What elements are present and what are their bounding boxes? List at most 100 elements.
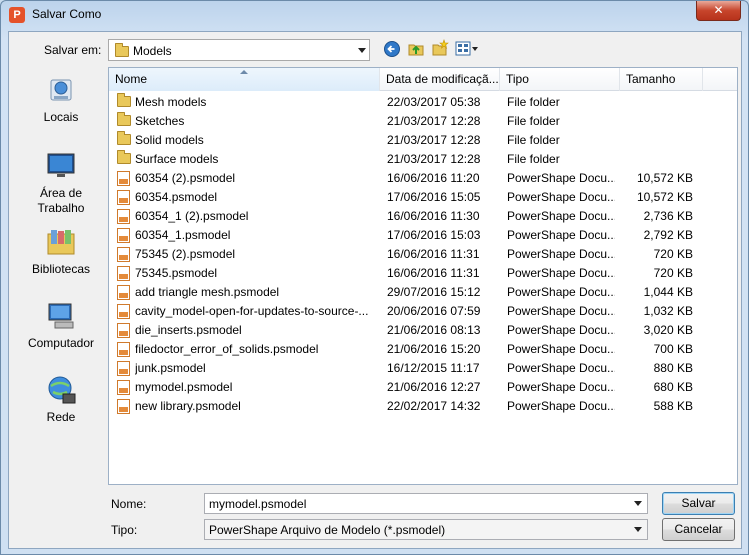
file-name: Sketches bbox=[135, 114, 185, 128]
column-empty bbox=[703, 68, 737, 91]
file-type: PowerShape Docu... bbox=[507, 285, 615, 299]
psmodel-file-icon bbox=[117, 209, 130, 224]
file-name: 60354.psmodel bbox=[135, 190, 218, 204]
file-type: File folder bbox=[507, 95, 560, 109]
psmodel-file-icon bbox=[117, 399, 130, 414]
cancel-button[interactable]: Cancelar bbox=[662, 518, 735, 541]
file-date: 21/03/2017 12:28 bbox=[387, 152, 481, 166]
file-type: PowerShape Docu... bbox=[507, 399, 615, 413]
file-date: 16/06/2016 11:31 bbox=[387, 247, 480, 261]
file-date: 22/03/2017 05:38 bbox=[387, 95, 481, 109]
chevron-down-icon bbox=[634, 527, 642, 532]
file-name: 60354_1.psmodel bbox=[135, 228, 231, 242]
save-in-dropdown[interactable]: Models bbox=[108, 39, 370, 61]
file-type: PowerShape Docu... bbox=[507, 190, 615, 204]
file-type: PowerShape Docu... bbox=[507, 266, 615, 280]
file-size: 1,044 KB bbox=[643, 285, 693, 299]
place-label: Bibliotecas bbox=[31, 262, 91, 276]
file-type: PowerShape Docu... bbox=[507, 247, 615, 261]
file-name: Mesh models bbox=[135, 95, 207, 109]
list-item[interactable]: 60354 (2).psmodel 16/06/2016 11:20 Power… bbox=[109, 169, 737, 188]
list-item[interactable]: 60354_1.psmodel 17/06/2016 15:03 PowerSh… bbox=[109, 226, 737, 245]
file-date: 16/06/2016 11:20 bbox=[387, 171, 480, 185]
file-type: PowerShape Docu... bbox=[507, 228, 615, 242]
list-item[interactable]: new library.psmodel 22/02/2017 14:32 Pow… bbox=[109, 397, 737, 416]
up-folder-icon[interactable] bbox=[407, 39, 425, 57]
app-icon: P bbox=[9, 7, 25, 23]
list-item[interactable]: filedoctor_error_of_solids.psmodel 21/06… bbox=[109, 340, 737, 359]
title-bar[interactable]: P Salvar Como ✕ bbox=[1, 1, 748, 27]
file-size: 700 KB bbox=[653, 342, 693, 356]
place-label: Locais bbox=[43, 110, 79, 124]
list-item[interactable]: 75345.psmodel 16/06/2016 11:31 PowerShap… bbox=[109, 264, 737, 283]
list-item[interactable]: add triangle mesh.psmodel 29/07/2016 15:… bbox=[109, 283, 737, 302]
list-item[interactable]: die_inserts.psmodel 21/06/2016 08:13 Pow… bbox=[109, 321, 737, 340]
folder-icon bbox=[117, 93, 131, 107]
list-item[interactable]: mymodel.psmodel 21/06/2016 12:27 PowerSh… bbox=[109, 378, 737, 397]
file-size: 1,032 KB bbox=[643, 304, 693, 318]
place-desktop[interactable]: Área de Trabalho bbox=[15, 150, 107, 216]
file-name: mymodel.psmodel bbox=[135, 380, 233, 394]
close-button[interactable]: ✕ bbox=[696, 1, 741, 21]
place-libraries[interactable]: Bibliotecas bbox=[15, 226, 107, 277]
file-type: PowerShape Docu... bbox=[507, 304, 615, 318]
place-network[interactable]: Rede bbox=[15, 374, 107, 425]
save-in-value: Models bbox=[133, 44, 172, 58]
file-size: 720 KB bbox=[653, 247, 693, 261]
file-size: 588 KB bbox=[653, 399, 693, 413]
file-type: File folder bbox=[507, 114, 560, 128]
file-size: 720 KB bbox=[653, 266, 693, 280]
filetype-select[interactable]: PowerShape Arquivo de Modelo (*.psmodel) bbox=[204, 519, 648, 540]
save-button[interactable]: Salvar bbox=[662, 492, 735, 515]
filetype-label: Tipo: bbox=[111, 523, 138, 537]
file-name: 60354_1 (2).psmodel bbox=[135, 209, 249, 223]
places-bar: Locais Área de Trabalho Bibliotecas Comp… bbox=[15, 68, 107, 482]
folder-icon bbox=[115, 43, 129, 57]
folder-icon bbox=[117, 131, 131, 145]
filename-input[interactable]: mymodel.psmodel bbox=[204, 493, 648, 514]
psmodel-file-icon bbox=[117, 190, 130, 205]
place-computer[interactable]: Computador bbox=[15, 300, 107, 351]
back-icon[interactable] bbox=[383, 40, 401, 58]
file-type: PowerShape Docu... bbox=[507, 380, 615, 394]
column-date[interactable]: Data de modificaçã... bbox=[380, 68, 500, 91]
filename-value: mymodel.psmodel bbox=[209, 497, 307, 511]
file-name: 75345 (2).psmodel bbox=[135, 247, 236, 261]
file-size: 3,020 KB bbox=[643, 323, 693, 337]
column-type[interactable]: Tipo bbox=[500, 68, 620, 91]
filetype-value: PowerShape Arquivo de Modelo (*.psmodel) bbox=[209, 523, 446, 537]
file-date: 22/02/2017 14:32 bbox=[387, 399, 481, 413]
file-name: 60354 (2).psmodel bbox=[135, 171, 236, 185]
file-size: 680 KB bbox=[653, 380, 693, 394]
psmodel-file-icon bbox=[117, 285, 130, 300]
list-item[interactable]: 75345 (2).psmodel 16/06/2016 11:31 Power… bbox=[109, 245, 737, 264]
list-item[interactable]: Mesh models 22/03/2017 05:38 File folder bbox=[109, 93, 737, 112]
list-item[interactable]: Surface models 21/03/2017 12:28 File fol… bbox=[109, 150, 737, 169]
place-recent[interactable]: Locais bbox=[15, 74, 107, 125]
column-size[interactable]: Tamanho bbox=[620, 68, 703, 91]
file-type: PowerShape Docu... bbox=[507, 171, 615, 185]
list-item[interactable]: Solid models 21/03/2017 12:28 File folde… bbox=[109, 131, 737, 150]
list-item[interactable]: 60354.psmodel 17/06/2016 15:05 PowerShap… bbox=[109, 188, 737, 207]
file-date: 21/06/2016 15:20 bbox=[387, 342, 481, 356]
psmodel-file-icon bbox=[117, 361, 130, 376]
file-name: new library.psmodel bbox=[135, 399, 241, 413]
file-size: 2,792 KB bbox=[643, 228, 693, 242]
view-menu-icon[interactable] bbox=[455, 40, 479, 58]
dialog-body: Salvar em: Models Locais Área de Trabalh… bbox=[8, 31, 742, 549]
computer-icon bbox=[48, 303, 74, 329]
file-name: add triangle mesh.psmodel bbox=[135, 285, 280, 299]
column-name-label: Nome bbox=[115, 72, 148, 86]
list-item[interactable]: cavity_model-open-for-updates-to-source-… bbox=[109, 302, 737, 321]
filename-label: Nome: bbox=[111, 497, 147, 511]
chevron-down-icon[interactable] bbox=[634, 501, 642, 506]
list-item[interactable]: 60354_1 (2).psmodel 16/06/2016 11:30 Pow… bbox=[109, 207, 737, 226]
new-folder-icon[interactable] bbox=[431, 39, 449, 57]
place-label: Computador bbox=[27, 336, 95, 350]
column-header: Nome Data de modificaçã... Tipo Tamanho bbox=[109, 68, 737, 91]
list-item[interactable]: Sketches 21/03/2017 12:28 File folder bbox=[109, 112, 737, 131]
file-list[interactable]: Nome Data de modificaçã... Tipo Tamanho … bbox=[108, 67, 738, 485]
desktop-icon bbox=[47, 153, 75, 177]
file-type: File folder bbox=[507, 152, 560, 166]
list-item[interactable]: junk.psmodel 16/12/2015 11:17 PowerShape… bbox=[109, 359, 737, 378]
